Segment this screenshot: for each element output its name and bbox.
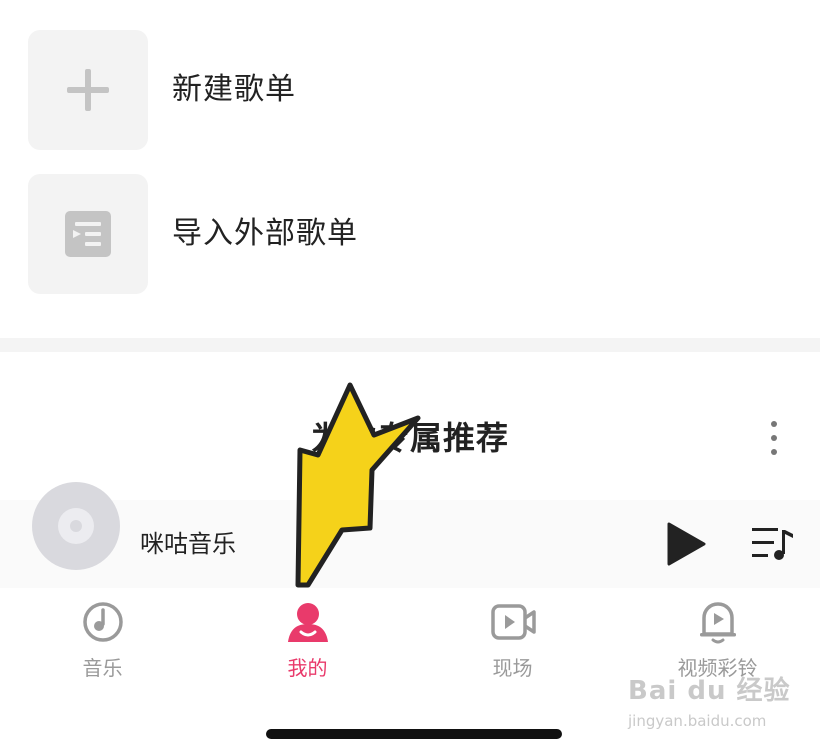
tab-live-label: 现场	[492, 656, 533, 680]
import-playlist-icon	[65, 211, 111, 257]
tab-music-label: 音乐	[82, 656, 123, 680]
watermark-main: Bai du 经验	[628, 676, 791, 706]
bell-play-icon	[699, 602, 736, 644]
tab-music[interactable]: 音乐	[0, 588, 205, 698]
import-playlist-label: 导入外部歌单	[172, 216, 358, 251]
disc-icon[interactable]	[32, 482, 120, 570]
recommend-title: 为你专属推荐	[310, 419, 509, 457]
disc-hole	[70, 520, 82, 532]
plus-icon	[67, 69, 109, 111]
profile-icon	[287, 603, 328, 642]
video-camera-icon	[490, 604, 536, 640]
playlist-icon[interactable]	[748, 522, 796, 566]
import-playlist-row[interactable]: 导入外部歌单	[0, 174, 820, 294]
watermark: Bai du 经验 jingyan.baidu.com	[628, 668, 808, 748]
home-indicator[interactable]	[266, 729, 562, 739]
new-playlist-label: 新建歌单	[172, 72, 296, 107]
tab-mine[interactable]: 我的	[205, 588, 410, 698]
new-playlist-tile[interactable]	[28, 30, 148, 150]
more-vertical-icon[interactable]	[760, 420, 788, 456]
tab-live[interactable]: 现场	[410, 588, 615, 698]
tab-mine-label: 我的	[287, 656, 328, 680]
play-icon[interactable]	[660, 520, 708, 568]
import-playlist-tile[interactable]	[28, 174, 148, 294]
new-playlist-row[interactable]: 新建歌单	[0, 30, 820, 150]
section-divider	[0, 338, 820, 352]
watermark-sub: jingyan.baidu.com	[628, 712, 767, 730]
music-disc-icon	[82, 602, 123, 642]
player-title: 咪咕音乐	[140, 530, 236, 558]
